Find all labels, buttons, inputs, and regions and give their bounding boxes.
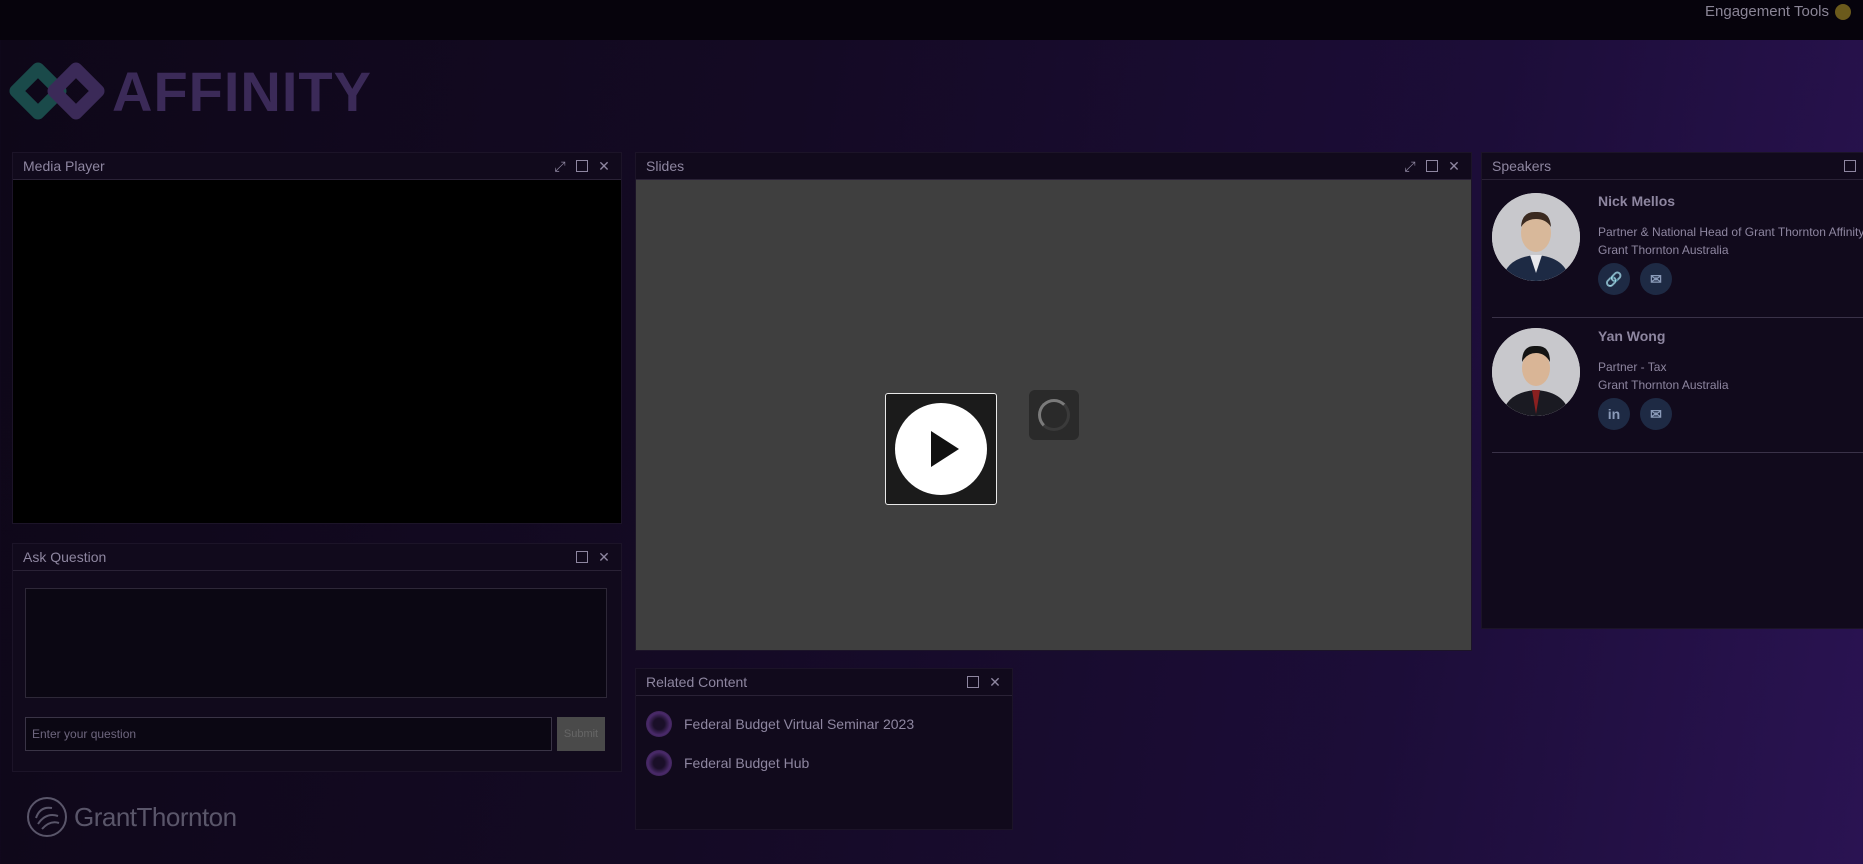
- related-content-header: Related Content ✕: [636, 669, 1012, 696]
- ask-question-title: Ask Question: [23, 549, 107, 565]
- speaker-name: Nick Mellos: [1598, 193, 1676, 209]
- related-content-item[interactable]: Federal Budget Virtual Seminar 2023: [646, 711, 914, 737]
- speakers-panel: Speakers Nick Mellos Partner & National …: [1481, 152, 1863, 629]
- speaker-name: Yan Wong: [1598, 328, 1666, 344]
- fullscreen-icon[interactable]: ⤢: [553, 159, 567, 173]
- grant-thornton-logo-icon: [27, 797, 67, 837]
- grant-thornton-logo: GrantThornton: [26, 796, 237, 838]
- related-content-title: Related Content: [646, 674, 748, 690]
- speaker-card: Nick Mellos Partner & National Head of G…: [1492, 183, 1863, 318]
- related-content-item[interactable]: Federal Budget Hub: [646, 750, 809, 776]
- loading-spinner: [1029, 390, 1079, 440]
- related-content-label: Federal Budget Virtual Seminar 2023: [684, 716, 915, 732]
- slides-header: Slides ⤢ ✕: [636, 153, 1471, 180]
- maximize-icon[interactable]: [575, 159, 589, 173]
- question-input[interactable]: [25, 717, 552, 751]
- question-history-area: [25, 588, 607, 698]
- engagement-tools-icon: [1835, 3, 1851, 20]
- avatar: [1492, 328, 1580, 416]
- close-icon[interactable]: ✕: [597, 550, 611, 564]
- fullscreen-icon[interactable]: ⤢: [1403, 159, 1417, 173]
- related-content-label: Federal Budget Hub: [684, 755, 810, 771]
- speaker-org: Grant Thornton Australia: [1598, 378, 1729, 392]
- affinity-logo-icon: [9, 62, 105, 120]
- link-icon[interactable]: 🔗: [1598, 263, 1630, 295]
- top-bar: Engagement Tools: [0, 0, 1863, 40]
- maximize-icon[interactable]: [575, 550, 589, 564]
- engagement-tools-button[interactable]: Engagement Tools: [1705, 3, 1851, 20]
- related-content-panel: Related Content ✕ Federal Budget Virtual…: [635, 668, 1013, 830]
- linkedin-icon[interactable]: in: [1598, 398, 1630, 430]
- play-button[interactable]: [885, 393, 997, 505]
- grant-thornton-logo-text: GrantThornton: [74, 801, 237, 832]
- ask-question-panel: Ask Question ✕ Submit: [12, 543, 622, 772]
- maximize-icon[interactable]: [966, 675, 980, 689]
- media-player-title: Media Player: [23, 158, 105, 174]
- speaker-role: Partner - Tax: [1598, 360, 1667, 374]
- maximize-icon[interactable]: [1425, 159, 1439, 173]
- slides-title: Slides: [646, 158, 685, 174]
- email-icon[interactable]: ✉: [1640, 263, 1672, 295]
- speaker-card: Yan Wong Partner - Tax Grant Thornton Au…: [1492, 318, 1863, 453]
- media-player-screen[interactable]: [13, 180, 621, 523]
- close-icon[interactable]: ✕: [988, 675, 1002, 689]
- media-player-header: Media Player ⤢ ✕: [13, 153, 621, 180]
- avatar: [1492, 193, 1580, 281]
- close-icon[interactable]: ✕: [597, 159, 611, 173]
- media-player-panel: Media Player ⤢ ✕: [12, 152, 622, 524]
- maximize-icon[interactable]: [1843, 159, 1857, 173]
- spinner-icon: [1038, 399, 1070, 431]
- ask-question-header: Ask Question ✕: [13, 544, 621, 571]
- play-icon: [895, 403, 987, 495]
- content-icon: [646, 750, 672, 776]
- speakers-title: Speakers: [1492, 158, 1552, 174]
- speakers-header: Speakers: [1482, 153, 1863, 180]
- close-icon[interactable]: ✕: [1447, 159, 1461, 173]
- slides-panel: Slides ⤢ ✕: [635, 152, 1472, 651]
- affinity-logo: AFFINITY: [8, 56, 372, 126]
- email-icon[interactable]: ✉: [1640, 398, 1672, 430]
- affinity-logo-text: AFFINITY: [112, 59, 372, 123]
- content-icon: [646, 711, 672, 737]
- engagement-tools-label: Engagement Tools: [1705, 3, 1829, 20]
- slides-stage: [636, 180, 1471, 650]
- submit-button[interactable]: Submit: [557, 717, 605, 751]
- speaker-role: Partner & National Head of Grant Thornto…: [1598, 225, 1863, 239]
- speaker-org: Grant Thornton Australia: [1598, 243, 1729, 257]
